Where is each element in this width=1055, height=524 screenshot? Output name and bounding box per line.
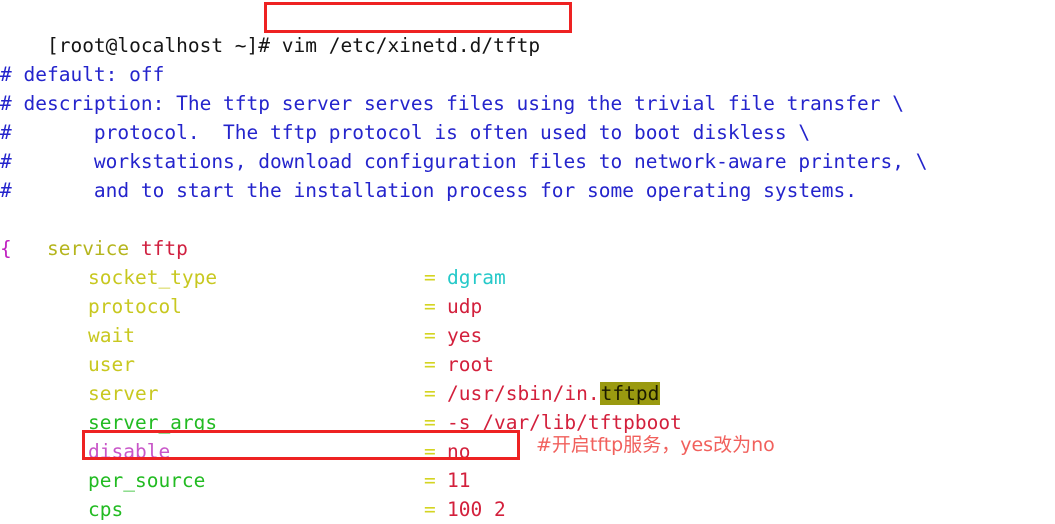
config-key: per_source (88, 469, 206, 492)
config-entry-server_args[interactable]: server_args = -s /var/lib/tftpboot (0, 408, 1055, 437)
config-value: 11 (447, 469, 471, 492)
config-value: dgram (447, 266, 506, 289)
comment-line-1: # default: off (0, 63, 165, 86)
config-value: root (447, 353, 494, 376)
config-entry-server[interactable]: server = /usr/sbin/in.tftpd (0, 379, 1055, 408)
config-equals-sign: = (424, 440, 436, 463)
config-equals-sign: = (424, 411, 436, 434)
config-equals-sign: = (424, 324, 436, 347)
config-key: protocol (88, 295, 182, 318)
comment-line-4: # workstations, download configuration f… (0, 150, 928, 173)
config-equals-sign: = (424, 469, 436, 492)
open-brace-line: { (0, 237, 12, 260)
terminal-screen: [root@localhost ~]# vim /etc/xinetd.d/tf… (0, 0, 1055, 522)
comment-line-3: # protocol. The tftp protocol is often u… (0, 121, 811, 144)
config-entry-user[interactable]: user = root (0, 350, 1055, 379)
config-equals-sign: = (424, 295, 436, 318)
config-entry-socket_type[interactable]: socket_type = dgram (0, 263, 1055, 292)
config-entry-per_source[interactable]: per_source = 11 (0, 466, 1055, 495)
config-value: yes (447, 324, 483, 347)
config-entry-protocol[interactable]: protocol = udp (0, 292, 1055, 321)
comment-line-2: # description: The tftp server serves fi… (0, 92, 904, 115)
prompt-line: [root@localhost ~]# vim /etc/xinetd.d/tf… (0, 2, 1055, 57)
config-key: socket_type (88, 266, 218, 289)
config-value: no (447, 440, 471, 463)
config-key: server_args (88, 411, 218, 434)
config-key: server (88, 382, 159, 405)
config-key: user (88, 353, 135, 376)
config-key: disable (88, 440, 171, 463)
config-equals-sign: = (424, 382, 436, 405)
config-entry-wait[interactable]: wait = yes (0, 321, 1055, 350)
shell-prompt: [root@localhost ~]# (46, 34, 282, 57)
vim-command[interactable]: vim /etc/xinetd.d/tftp (282, 34, 540, 57)
disable-annotation: #开启tftp服务，yes改为no (536, 434, 775, 456)
config-equals-sign: = (424, 353, 436, 376)
config-equals-sign: = (424, 266, 436, 289)
config-value: /usr/sbin/in.tftpd (447, 382, 661, 405)
service-declaration-line: service tftp (0, 205, 1055, 260)
config-entry-disable[interactable]: disable = no (0, 437, 1055, 466)
search-match-highlight: tftpd (599, 382, 661, 405)
comment-line-5: # and to start the installation process … (0, 179, 858, 202)
config-value: udp (447, 295, 483, 318)
config-key: wait (88, 324, 135, 347)
